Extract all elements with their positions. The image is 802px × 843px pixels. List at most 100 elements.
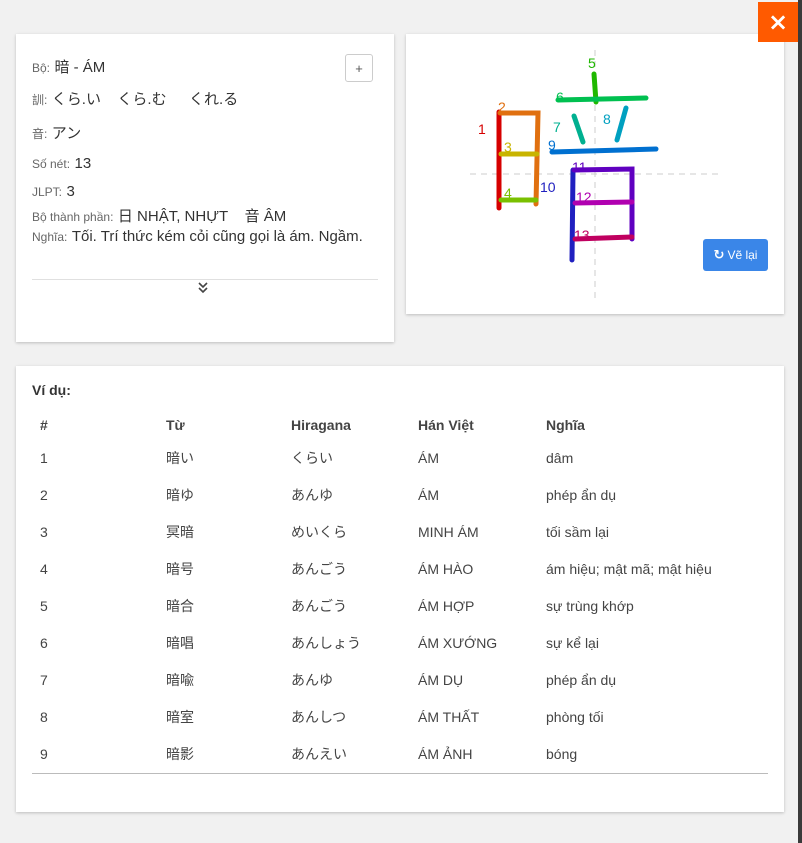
table-row: 1 暗い くらい ÁM dâm xyxy=(32,440,768,477)
cell-meaning: phép ẩn dụ xyxy=(546,672,617,688)
stroke-number-13: 13 xyxy=(574,227,590,243)
cell-word: 暗影 xyxy=(166,746,194,762)
cell-meaning: sự trùng khớp xyxy=(546,598,634,614)
kun-reading-row: 訓: くら.い くら.む くれ.る xyxy=(32,88,238,109)
cell-hiragana: あんしつ xyxy=(291,709,347,725)
on-reading-row: 音: アン xyxy=(32,122,81,143)
cell-word: 暗喩 xyxy=(166,672,194,688)
jlpt-row: JLPT: 3 xyxy=(32,183,75,201)
stroke-number-4: 4 xyxy=(504,185,512,201)
cell-hiragana: あんゆ xyxy=(291,487,333,503)
cell-han-viet: ÁM xyxy=(418,487,439,503)
cell-hiragana: くらい xyxy=(291,450,333,466)
header-hiragana: Hiragana xyxy=(291,417,351,433)
cell-word: 暗合 xyxy=(166,598,194,614)
stroke-number-7: 7 xyxy=(553,119,561,135)
cell-meaning: dâm xyxy=(546,450,574,466)
cell-han-viet: ÁM DỤ xyxy=(418,672,464,688)
table-row: 7 暗喩 あんゆ ÁM DỤ phép ẩn dụ xyxy=(32,662,768,699)
kun-reading-2: くら.む xyxy=(117,91,167,108)
cell-meaning: phép ẩn dụ xyxy=(546,487,617,503)
kanji-info-card: Bộ: 暗 - ÁM 訓: くら.い くら.む くれ.る 音: アン Số né… xyxy=(16,34,394,342)
cell-word: 暗ゆ xyxy=(166,487,194,503)
table-row: 2 暗ゆ あんゆ ÁM phép ẩn dụ xyxy=(32,477,768,514)
cell-han-viet: ÁM HỢP xyxy=(418,598,475,614)
refresh-icon: ↻ xyxy=(713,247,725,263)
cell-meaning: phòng tối xyxy=(546,709,604,725)
cell-hiragana: あんしょう xyxy=(291,635,361,651)
cell-hiragana: あんごう xyxy=(291,598,347,614)
header-index: # xyxy=(40,417,48,433)
table-row: 8 暗室 あんしつ ÁM THẤT phòng tối xyxy=(32,699,768,736)
cell-hiragana: あんえい xyxy=(291,746,347,762)
stroke-8 xyxy=(614,105,629,143)
header-word: Từ xyxy=(166,417,185,433)
cell-meaning: bóng xyxy=(546,746,578,762)
table-row: 9 暗影 あんえい ÁM ẢNH bóng xyxy=(32,736,768,773)
divider xyxy=(32,279,378,280)
stroke-6 xyxy=(555,95,649,103)
table-row: 6 暗唱 あんしょう ÁM XƯỚNG sự kể lại xyxy=(32,625,768,662)
kanji-detail-modal: Bộ: 暗 - ÁM 訓: くら.い くら.む くれ.る 音: アン Số né… xyxy=(0,0,798,843)
meaning-row: Nghĩa: Tối. Trí thức kém cỏi cũng gọi là… xyxy=(32,226,372,248)
cell-word: 暗号 xyxy=(166,561,194,577)
stroke-order-card: 1 2 3 4 5 6 7 8 9 10 11 12 13 ↻ Vẽ lại xyxy=(406,34,784,314)
cell-hiragana: めいくら xyxy=(291,524,347,540)
double-chevron-down-icon[interactable] xyxy=(196,281,210,299)
cell-hiragana: あんごう xyxy=(291,561,347,577)
radical-row: Bộ: 暗 - ÁM xyxy=(32,56,105,77)
table-row: 5 暗合 あんごう ÁM HỢP sự trùng khớp xyxy=(32,588,768,625)
stroke-count-row: Số nét: 13 xyxy=(32,155,91,173)
add-kanji-button[interactable]: + xyxy=(345,54,373,82)
stroke-number-3: 3 xyxy=(504,139,512,155)
cell-meaning: ám hiệu; mật mã; mật hiệu xyxy=(546,561,712,577)
close-icon: × xyxy=(767,8,789,36)
jlpt-label: JLPT: xyxy=(32,185,63,199)
cell-index: 3 xyxy=(40,524,48,540)
cell-index: 8 xyxy=(40,709,48,725)
stroke-number-10: 10 xyxy=(540,179,556,195)
meaning-value: Tối. Trí thức kém cỏi cũng gọi là ám. Ng… xyxy=(71,228,363,245)
meaning-label: Nghĩa: xyxy=(32,230,68,244)
cell-hiragana: あんゆ xyxy=(291,672,333,688)
redraw-button[interactable]: ↻ Vẽ lại xyxy=(703,239,768,271)
stroke-number-11: 11 xyxy=(572,159,587,175)
stroke-number-12: 12 xyxy=(576,189,592,205)
radical-value: 暗 - ÁM xyxy=(54,59,106,76)
on-label: 音: xyxy=(32,127,48,141)
stroke-order-diagram: 1 2 3 4 5 6 7 8 9 10 11 12 13 xyxy=(470,50,720,300)
stroke-count-value: 13 xyxy=(74,155,92,172)
kun-reading-1: くら.い xyxy=(51,91,101,108)
header-han-viet: Hán Việt xyxy=(418,417,474,433)
cell-word: 暗唱 xyxy=(166,635,194,651)
cell-han-viet: ÁM THẤT xyxy=(418,709,480,725)
cell-meaning: sự kể lại xyxy=(546,635,599,651)
stroke-7 xyxy=(571,113,586,145)
examples-card: Ví dụ: # Từ Hiragana Hán Việt Nghĩa 1 暗い く… xyxy=(16,366,784,812)
stroke-count-label: Số nét: xyxy=(32,157,71,171)
components-label: Bộ thành phần: xyxy=(32,210,114,224)
cell-han-viet: MINH ÁM xyxy=(418,524,479,540)
components-row: Bộ thành phần: 日 NHẬT, NHỰT 音 ÂM xyxy=(32,205,286,226)
radical-label: Bộ: xyxy=(32,61,51,75)
stroke-number-6: 6 xyxy=(556,89,564,105)
kun-reading-3: くれ.る xyxy=(189,91,239,108)
stroke-9 xyxy=(549,146,659,155)
cell-han-viet: ÁM HÀO xyxy=(418,561,474,577)
jlpt-value: 3 xyxy=(66,183,75,200)
background-edge xyxy=(798,0,802,843)
close-button[interactable]: × xyxy=(758,2,798,42)
examples-table: # Từ Hiragana Hán Việt Nghĩa 1 暗い くらい ÁM dâm… xyxy=(32,410,768,773)
cell-meaning: tối sầm lại xyxy=(546,524,610,540)
table-bottom-border xyxy=(32,773,768,774)
on-reading-value: アン xyxy=(51,125,82,142)
cell-han-viet: ÁM XƯỚNG xyxy=(418,635,498,651)
cell-index: 4 xyxy=(40,561,48,577)
stroke-number-8: 8 xyxy=(603,111,611,127)
components-value: 日 NHẬT, NHỰT 音 ÂM xyxy=(117,208,287,225)
cell-index: 2 xyxy=(40,487,48,503)
stroke-number-5: 5 xyxy=(588,55,596,71)
cell-index: 7 xyxy=(40,672,48,688)
examples-title: Ví dụ: xyxy=(32,382,71,398)
cell-word: 暗い xyxy=(166,450,194,466)
